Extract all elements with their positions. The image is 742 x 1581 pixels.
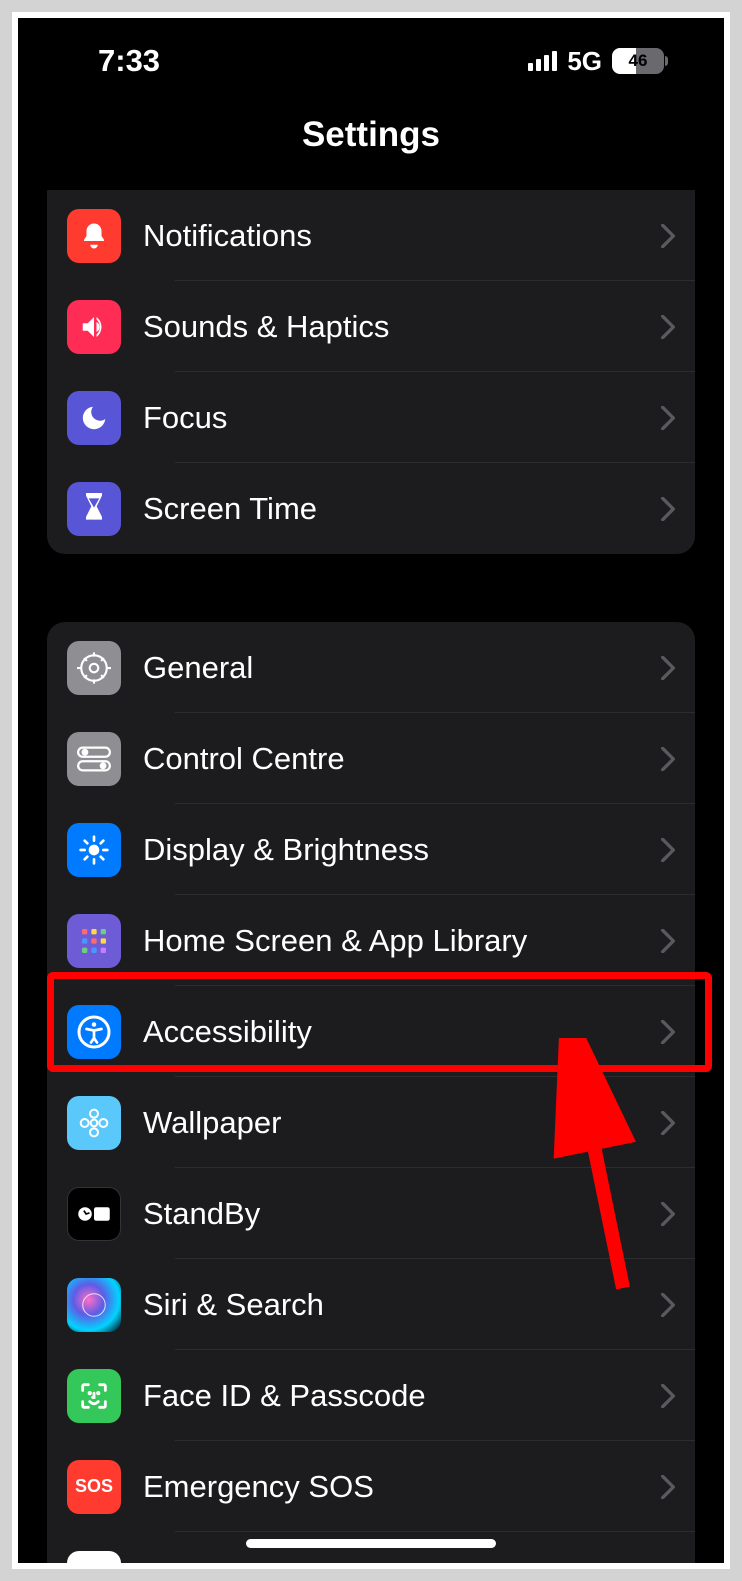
row-focus[interactable]: Focus bbox=[47, 372, 695, 463]
row-screen-time[interactable]: Screen Time bbox=[47, 463, 695, 554]
chevron-right-icon bbox=[661, 1020, 675, 1044]
battery-level: 46 bbox=[629, 51, 648, 71]
flower-icon bbox=[67, 1096, 121, 1150]
speaker-icon bbox=[67, 300, 121, 354]
signal-icon bbox=[528, 51, 557, 71]
chevron-right-icon bbox=[661, 1111, 675, 1135]
page-title: Settings bbox=[18, 115, 724, 155]
row-label: Wallpaper bbox=[143, 1105, 661, 1141]
row-label: Sounds & Haptics bbox=[143, 309, 661, 345]
row-label: Display & Brightness bbox=[143, 832, 661, 868]
sun-icon bbox=[67, 823, 121, 877]
row-emergency-sos[interactable]: SOS Emergency SOS bbox=[47, 1441, 695, 1532]
nav-header: Settings bbox=[18, 70, 724, 190]
settings-group-1: Notifications Sounds & Haptics Focus bbox=[47, 190, 695, 554]
row-accessibility[interactable]: Accessibility bbox=[47, 986, 695, 1077]
row-label: Siri & Search bbox=[143, 1287, 661, 1323]
row-label: Screen Time bbox=[143, 491, 661, 527]
status-bar: 7:33 5G 46 bbox=[18, 18, 724, 70]
chevron-right-icon bbox=[661, 1384, 675, 1408]
network-label: 5G bbox=[567, 46, 602, 77]
chevron-right-icon bbox=[661, 747, 675, 771]
row-label: Face ID & Passcode bbox=[143, 1378, 661, 1414]
chevron-right-icon bbox=[661, 1293, 675, 1317]
row-display-brightness[interactable]: Display & Brightness bbox=[47, 804, 695, 895]
status-time: 7:33 bbox=[98, 43, 160, 79]
standby-icon bbox=[67, 1187, 121, 1241]
home-indicator[interactable] bbox=[246, 1539, 496, 1548]
device-screen: 7:33 5G 46 Settings Notifications bbox=[18, 18, 724, 1563]
chevron-right-icon bbox=[661, 929, 675, 953]
row-label: Exposure Notifications bbox=[143, 1560, 661, 1564]
screenshot-frame: 7:33 5G 46 Settings Notifications bbox=[12, 12, 730, 1569]
siri-icon bbox=[67, 1278, 121, 1332]
grid-icon bbox=[67, 914, 121, 968]
chevron-right-icon bbox=[661, 315, 675, 339]
gear-icon bbox=[67, 641, 121, 695]
chevron-right-icon bbox=[661, 406, 675, 430]
hourglass-icon bbox=[67, 482, 121, 536]
row-general[interactable]: General bbox=[47, 622, 695, 713]
row-notifications[interactable]: Notifications bbox=[47, 190, 695, 281]
row-label: General bbox=[143, 650, 661, 686]
toggles-icon bbox=[67, 732, 121, 786]
moon-icon bbox=[67, 391, 121, 445]
row-label: StandBy bbox=[143, 1196, 661, 1232]
chevron-right-icon bbox=[661, 224, 675, 248]
row-control-centre[interactable]: Control Centre bbox=[47, 713, 695, 804]
row-label: Accessibility bbox=[143, 1014, 661, 1050]
battery-icon: 46 bbox=[612, 48, 664, 74]
row-wallpaper[interactable]: Wallpaper bbox=[47, 1077, 695, 1168]
chevron-right-icon bbox=[661, 1475, 675, 1499]
row-home-screen[interactable]: Home Screen & App Library bbox=[47, 895, 695, 986]
exposure-icon bbox=[67, 1551, 121, 1564]
row-label: Home Screen & App Library bbox=[143, 923, 661, 959]
bell-icon bbox=[67, 209, 121, 263]
row-label: Focus bbox=[143, 400, 661, 436]
row-face-id-passcode[interactable]: Face ID & Passcode bbox=[47, 1350, 695, 1441]
row-label: Control Centre bbox=[143, 741, 661, 777]
chevron-right-icon bbox=[661, 497, 675, 521]
accessibility-icon bbox=[67, 1005, 121, 1059]
chevron-right-icon bbox=[661, 1202, 675, 1226]
row-sounds-haptics[interactable]: Sounds & Haptics bbox=[47, 281, 695, 372]
status-right: 5G 46 bbox=[528, 46, 664, 77]
face-id-icon bbox=[67, 1369, 121, 1423]
chevron-right-icon bbox=[661, 656, 675, 680]
settings-group-2: General Control Centre Display & Brigh bbox=[47, 622, 695, 1563]
sos-icon: SOS bbox=[67, 1460, 121, 1514]
row-standby[interactable]: StandBy bbox=[47, 1168, 695, 1259]
row-siri-search[interactable]: Siri & Search bbox=[47, 1259, 695, 1350]
row-label: Emergency SOS bbox=[143, 1469, 661, 1505]
row-label: Notifications bbox=[143, 218, 661, 254]
chevron-right-icon bbox=[661, 838, 675, 862]
